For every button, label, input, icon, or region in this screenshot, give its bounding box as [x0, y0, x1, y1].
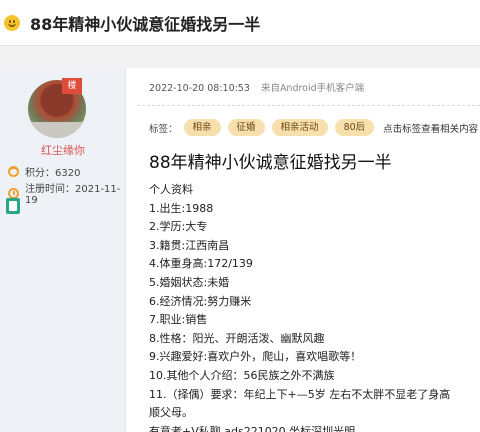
content-line: 6.经济情况:努力赚米	[149, 294, 252, 308]
clock-icon	[8, 187, 19, 199]
points-row: 积分：6320	[8, 164, 80, 179]
floor-badge: 楼	[62, 78, 82, 94]
registered-label: 注册时间：2021-11-19	[25, 184, 121, 206]
post-meta: 2022-10-20 08:10:53 来自Android手机客户端	[149, 80, 364, 94]
content-line: 4.体重身高:172/139	[149, 257, 253, 271]
registered-row: 注册时间：2021-11-19	[8, 180, 125, 206]
page-title: 88年精神小伙诚意征婚找另一半	[30, 14, 261, 34]
content-line: 有意者+V私聊 ads221020 坐标深圳光明	[149, 424, 356, 432]
post-main: 2022-10-20 08:10:53 来自Android手机客户端 标签： 相…	[127, 68, 480, 432]
post-title: 88年精神小伙诚意征婚找另一半	[149, 153, 392, 173]
post-client: 来自Android手机客户端	[260, 83, 365, 94]
tag-bar: 标签： 相亲 征婚 相亲活动 80后 点击标签查看相关内容	[149, 119, 478, 136]
divider	[137, 105, 480, 106]
separator-band	[0, 46, 480, 68]
content-line: 5.婚姻状态:未婚	[149, 275, 230, 289]
content-line: 8.性格：阳光、开朗活泼、幽默风趣	[149, 331, 325, 345]
author-sidebar: 楼 红尘缘你 积分：6320 注册时间：2021-11-19	[0, 68, 126, 432]
content-line: 7.职业:销售	[149, 313, 208, 327]
post-content: 个人资料 1.出生:1988 2.学历:大专 3.籍贯:江西南昌 4.体重身高:…	[149, 181, 480, 432]
thread-header: 88年精神小伙诚意征婚找另一半	[0, 0, 480, 46]
coin-icon	[8, 166, 19, 177]
content-line: 11.（择偶）要求：年纪上下+—5岁 左右不太胖不显老了身高	[149, 387, 451, 401]
tag-zhenghun[interactable]: 征婚	[227, 119, 265, 136]
mobile-device-icon	[6, 198, 20, 214]
tag-xiangqin-huodong[interactable]: 相亲活动	[271, 119, 328, 136]
content-line: 1.出生:1988	[149, 201, 214, 215]
content-line: 3.籍贯:江西南昌	[149, 238, 230, 252]
content-line: 2.学历:大专	[149, 220, 208, 234]
username-link[interactable]: 红尘缘你	[0, 142, 126, 158]
tag-xiangqin[interactable]: 相亲	[183, 119, 221, 136]
content-line: 9.兴趣爱好:喜欢户外，爬山，喜欢唱歌等！	[149, 350, 362, 364]
tag-80hou[interactable]: 80后	[334, 119, 375, 136]
tags-label: 标签：	[149, 123, 178, 135]
content-line: 顺父母。	[149, 406, 193, 420]
post-datetime: 2022-10-20 08:10:53	[149, 83, 250, 94]
points-label: 积分：6320	[25, 168, 81, 179]
content-line: 个人资料	[149, 183, 193, 196]
smiley-icon	[4, 14, 20, 31]
content-line: 10.其他个人介绍：56民族之外不满族	[149, 368, 335, 382]
tags-hint: 点击标签查看相关内容	[383, 123, 479, 135]
